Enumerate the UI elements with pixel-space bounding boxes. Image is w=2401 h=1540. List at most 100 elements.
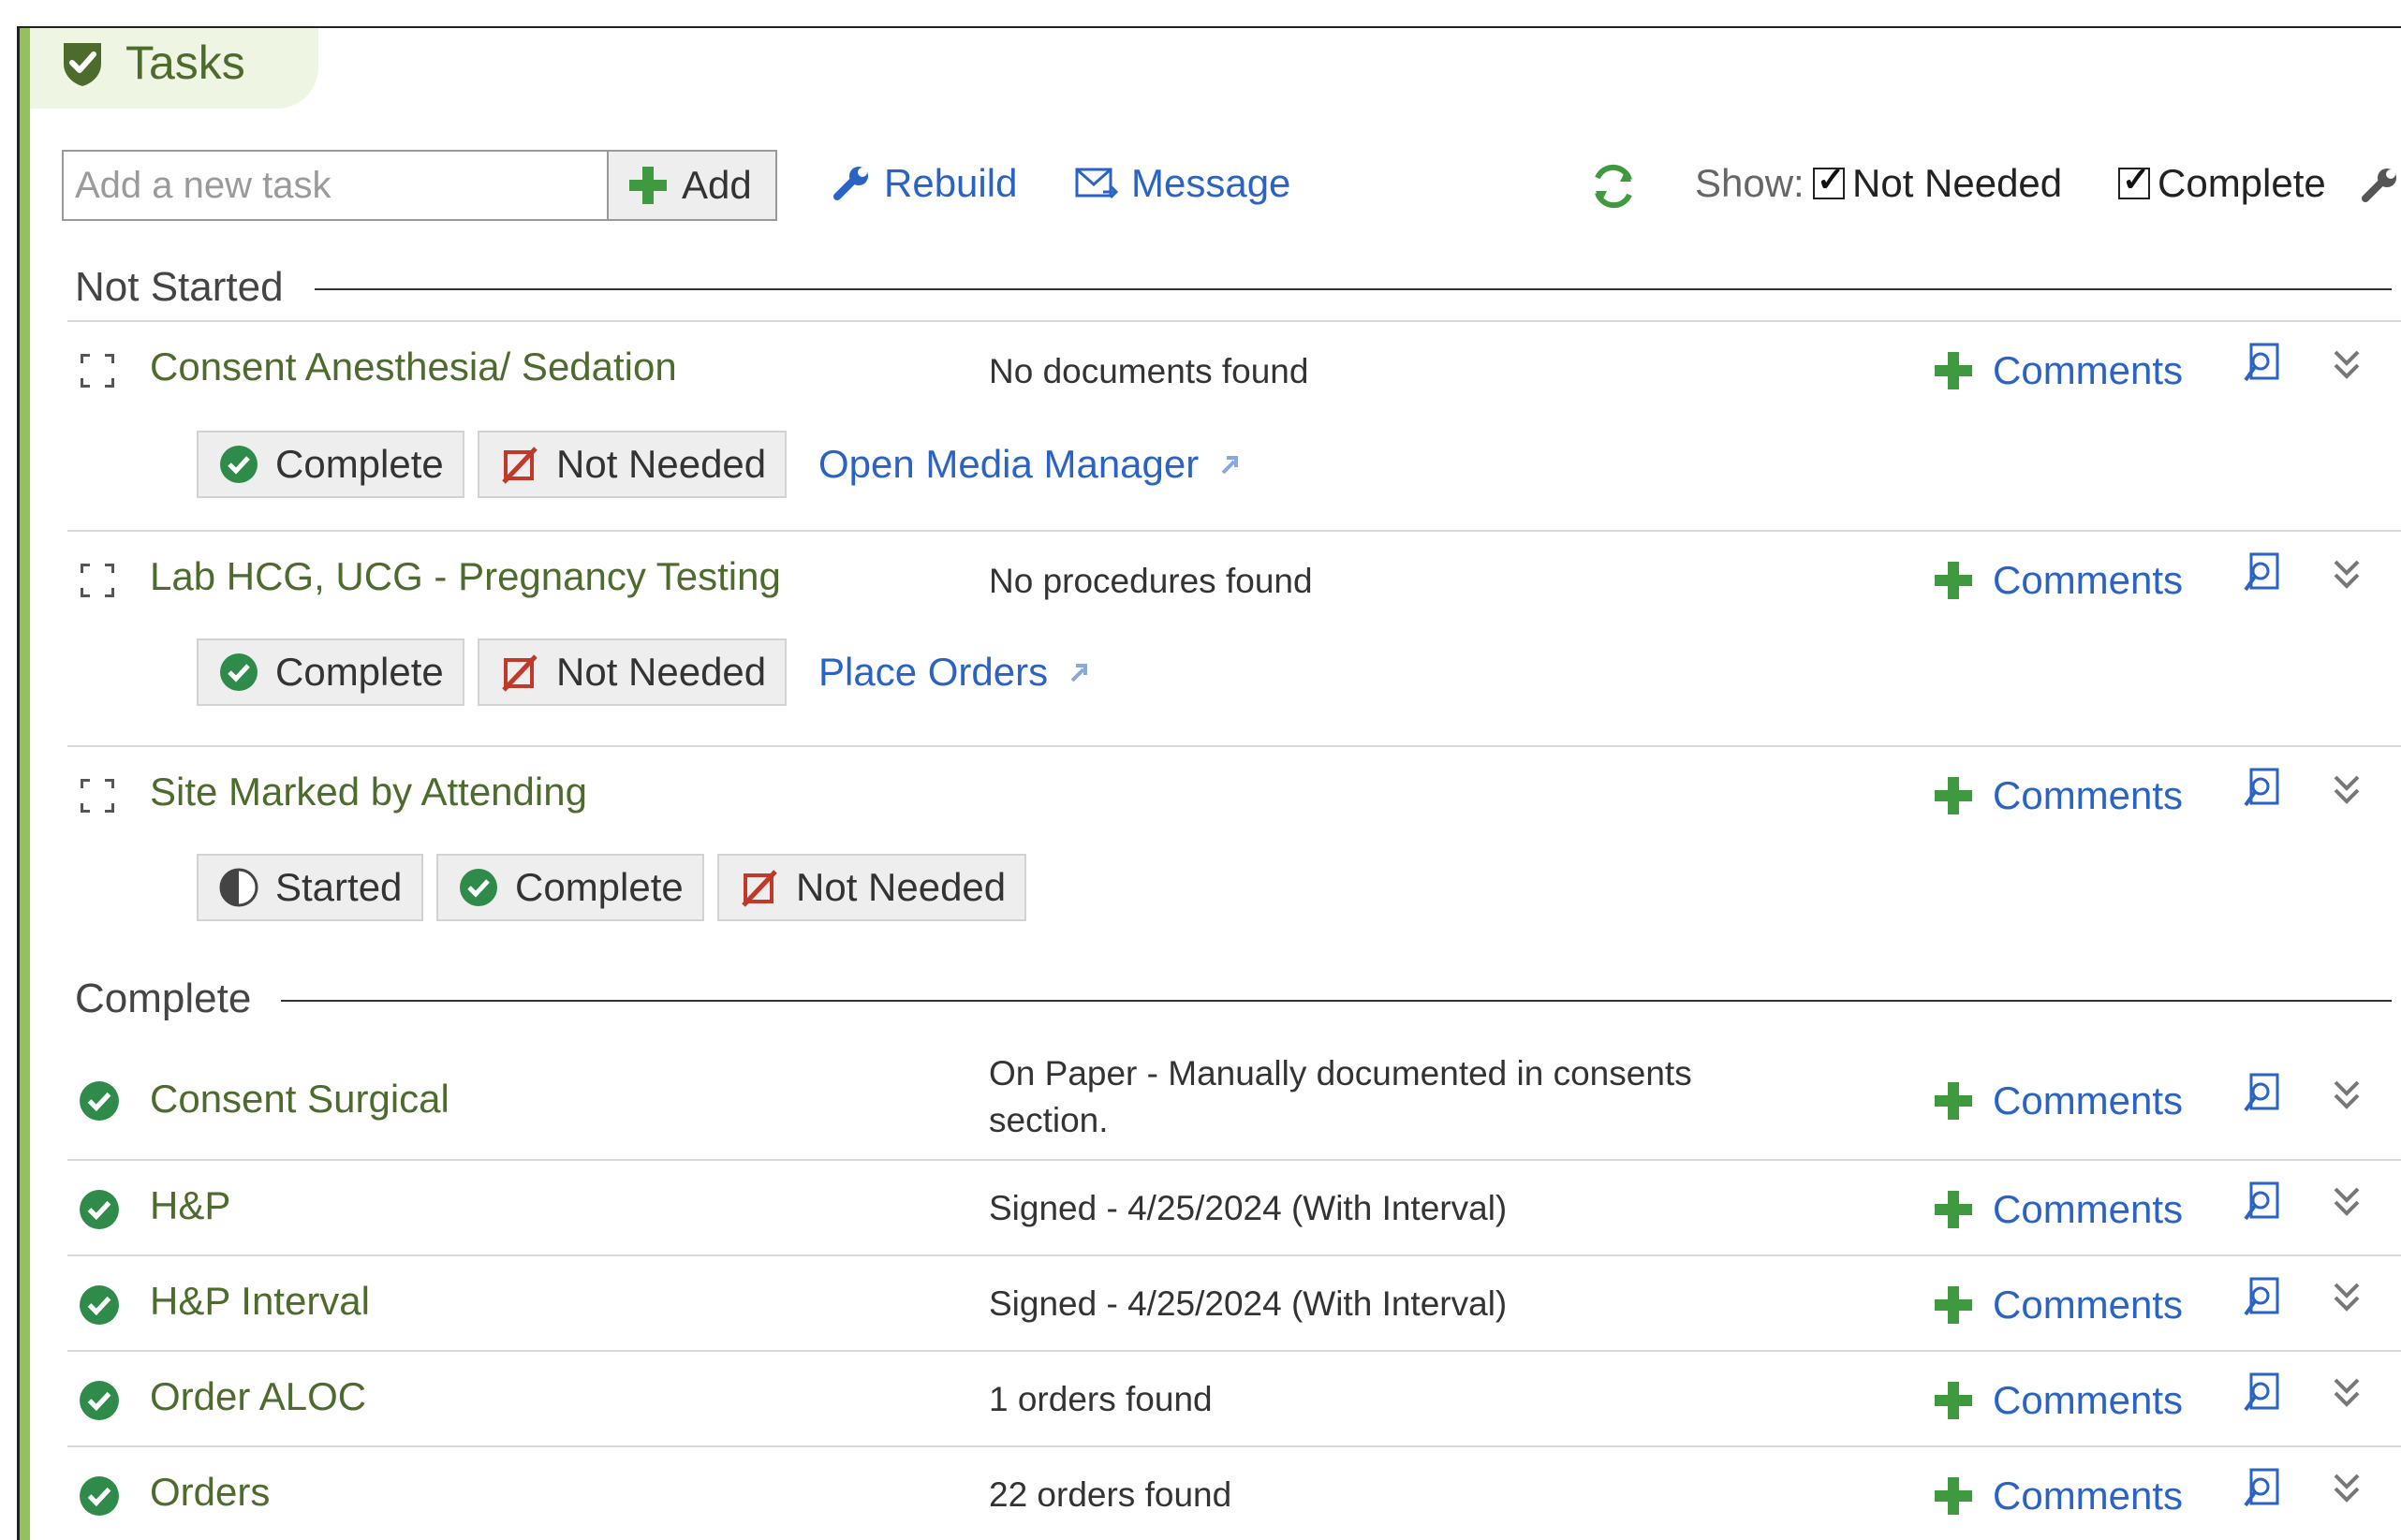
- section-rule: [281, 1000, 2392, 1002]
- add-label: Add: [682, 163, 752, 207]
- not-needed-button[interactable]: Not Needed: [478, 431, 787, 498]
- filter-complete[interactable]: Complete: [2118, 160, 2326, 206]
- task-name[interactable]: Consent Surgical: [150, 1077, 449, 1122]
- task-name[interactable]: Orders: [150, 1470, 270, 1515]
- comments-link[interactable]: Comments: [1935, 348, 2183, 393]
- document-search-icon[interactable]: [2240, 343, 2281, 388]
- external-link-icon: [1221, 456, 1239, 475]
- not-needed-label: Not Needed: [556, 442, 767, 486]
- document-search-icon[interactable]: [2240, 1468, 2281, 1513]
- complete-button[interactable]: Complete: [197, 431, 464, 498]
- not-needed-button[interactable]: Not Needed: [478, 638, 787, 706]
- task-name[interactable]: Consent Anesthesia/ Sedation: [150, 345, 677, 389]
- document-search-icon[interactable]: [2240, 1181, 2281, 1226]
- comments-link[interactable]: Comments: [1935, 1187, 2183, 1232]
- link-label: Place Orders: [818, 650, 1049, 694]
- place-orders-link[interactable]: Place Orders: [818, 650, 1091, 695]
- envelope-icon: [1075, 168, 1118, 199]
- not-needed-button[interactable]: Not Needed: [717, 854, 1026, 921]
- task-status: 1 orders found: [989, 1380, 1213, 1418]
- row-divider: [67, 1445, 2401, 1447]
- expand-chevron-icon[interactable]: [2330, 556, 2364, 594]
- not-started-icon: [81, 779, 114, 813]
- check-circle-icon: [80, 1381, 119, 1420]
- expand-chevron-icon[interactable]: [2330, 346, 2364, 384]
- document-search-icon[interactable]: [2240, 1372, 2281, 1417]
- new-task-input[interactable]: [62, 150, 607, 221]
- task-status: Signed - 4/25/2024 (With Interval): [989, 1284, 1508, 1323]
- not-needed-label: Not Needed: [556, 650, 767, 694]
- settings-wrench-icon[interactable]: [2360, 167, 2401, 204]
- expand-chevron-icon[interactable]: [2330, 1077, 2364, 1114]
- complete-button[interactable]: Complete: [197, 638, 464, 706]
- document-search-icon[interactable]: [2240, 768, 2281, 813]
- link-label: Open Media Manager: [818, 442, 1200, 486]
- document-search-icon[interactable]: [2240, 1073, 2281, 1118]
- check-circle-icon: [80, 1476, 119, 1516]
- expand-chevron-icon[interactable]: [2330, 1183, 2364, 1221]
- not-needed-icon: [502, 654, 538, 692]
- check-circle-icon: [80, 1285, 119, 1325]
- checkbox-complete[interactable]: [2118, 160, 2150, 199]
- section-not-started-title: Not Started: [75, 264, 284, 310]
- plus-icon: [629, 167, 667, 204]
- section-rule: [315, 288, 2392, 290]
- task-status: On Paper - Manually documented in consen…: [989, 1054, 1692, 1139]
- message-link[interactable]: Message: [1075, 161, 1290, 206]
- expand-chevron-icon[interactable]: [2330, 1470, 2364, 1507]
- row-divider: [67, 1350, 2401, 1352]
- half-circle-icon: [219, 868, 258, 907]
- not-started-icon: [81, 354, 114, 388]
- comments-link[interactable]: Comments: [1935, 1378, 2183, 1423]
- task-name[interactable]: Lab HCG, UCG - Pregnancy Testing: [150, 554, 781, 599]
- rebuild-label: Rebuild: [884, 161, 1018, 205]
- filter-not-needed[interactable]: Not Needed: [1813, 160, 2062, 206]
- task-status: 22 orders found: [989, 1475, 1232, 1514]
- row-divider: [67, 530, 2401, 532]
- task-status: No procedures found: [989, 562, 1313, 600]
- plus-icon: [1935, 562, 1972, 599]
- started-button[interactable]: Started: [197, 854, 423, 921]
- checkbox-not-needed[interactable]: [1813, 160, 1845, 199]
- comments-label: Comments: [1993, 773, 2184, 817]
- add-task-button[interactable]: Add: [607, 150, 777, 221]
- task-name[interactable]: H&P: [150, 1183, 230, 1228]
- plus-icon: [1935, 1286, 1972, 1324]
- message-label: Message: [1131, 161, 1291, 205]
- rebuild-link[interactable]: Rebuild: [833, 161, 1017, 206]
- document-search-icon[interactable]: [2240, 552, 2281, 597]
- comments-link[interactable]: Comments: [1935, 1474, 2183, 1518]
- plus-icon: [1935, 777, 1972, 814]
- comments-link[interactable]: Comments: [1935, 558, 2183, 603]
- row-divider: [67, 320, 2401, 322]
- comments-label: Comments: [1993, 1078, 2184, 1122]
- comments-label: Comments: [1993, 1283, 2184, 1327]
- comments-label: Comments: [1993, 558, 2184, 602]
- task-status: Signed - 4/25/2024 (With Interval): [989, 1189, 1508, 1227]
- accent-bar: [20, 28, 30, 1540]
- comments-link[interactable]: Comments: [1935, 1283, 2183, 1327]
- expand-chevron-icon[interactable]: [2330, 1374, 2364, 1412]
- document-search-icon[interactable]: [2240, 1277, 2281, 1322]
- plus-icon: [1935, 1477, 1972, 1515]
- comments-label: Comments: [1993, 348, 2184, 392]
- not-started-icon: [81, 564, 114, 597]
- task-name[interactable]: Site Marked by Attending: [150, 770, 587, 814]
- comments-link[interactable]: Comments: [1935, 1078, 2183, 1123]
- task-name[interactable]: Order ALOC: [150, 1374, 366, 1419]
- panel-border-top: [17, 26, 2401, 28]
- open-media-manager-link[interactable]: Open Media Manager: [818, 442, 1242, 487]
- refresh-icon[interactable]: [1588, 161, 1639, 212]
- expand-chevron-icon[interactable]: [2330, 771, 2364, 809]
- complete-button[interactable]: Complete: [436, 854, 704, 921]
- check-circle-icon: [80, 1190, 119, 1229]
- expand-chevron-icon[interactable]: [2330, 1279, 2364, 1316]
- task-status: No documents found: [989, 352, 1309, 390]
- comments-link[interactable]: Comments: [1935, 773, 2183, 818]
- row-divider: [67, 1254, 2401, 1256]
- not-needed-icon: [742, 870, 777, 907]
- page-title: Tasks: [125, 37, 245, 89]
- plus-icon: [1935, 1191, 1972, 1228]
- task-name[interactable]: H&P Interval: [150, 1279, 370, 1324]
- check-circle-icon: [220, 446, 258, 483]
